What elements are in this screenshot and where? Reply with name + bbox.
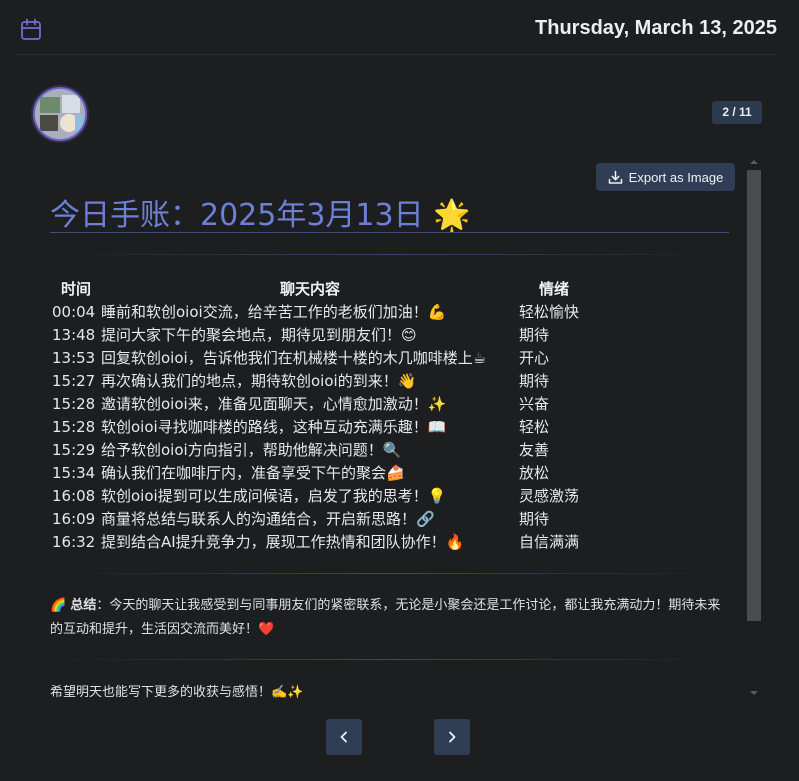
cell-message: 软创oioi提到可以生成问候语，启发了我的思考！💡: [101, 487, 447, 505]
column-header-time: 时间: [60, 279, 91, 298]
avatar-image: [35, 89, 85, 139]
column-header-message: 聊天内容: [279, 279, 340, 298]
cell-mood: 轻松: [519, 418, 550, 436]
scroll-up-arrow-icon[interactable]: [749, 158, 759, 166]
table-row: 13:48 提问大家下午的聚会地点，期待见到朋友们！😊 期待: [50, 323, 589, 346]
previous-page-button[interactable]: [326, 719, 362, 755]
cell-message: 邀请软创oioi来，准备见面聊天，心情愈加激动！✨: [101, 395, 447, 413]
table-row: 16:32 提到结合AI提升竞争力，展现工作热情和团队协作！🔥 自信满满: [50, 530, 589, 553]
table-row: 15:34 确认我们在咖啡厅内，准备享受下午的聚会🍰 放松: [50, 461, 589, 484]
scroll-down-arrow-icon[interactable]: [749, 689, 759, 697]
cell-mood: 灵感激荡: [519, 487, 580, 505]
cell-message: 睡前和软创oioi交流，给辛苦工作的老板们加油！💪: [101, 303, 447, 321]
summary-text: ：今天的聊天让我感受到与同事朋友们的紧密联系，无论是小聚会还是工作讨论，都让我充…: [50, 598, 721, 637]
table-row: 15:27 再次确认我们的地点，期待软创oioi的到来！👋 期待: [50, 369, 589, 392]
table-row: 15:28 邀请软创oioi来，准备见面聊天，心情愈加激动！✨ 兴奋: [50, 392, 589, 415]
chat-log-table: 时间 聊天内容 情绪 00:04 睡前和软创oioi交流，给辛苦工作的老板们加油！…: [50, 276, 589, 553]
cell-message: 回复软创oioi，告诉他我们在机械楼十楼的木几咖啡楼上☕: [101, 349, 487, 367]
table-row: 15:28 软创oioi寻找咖啡楼的路线，这种互动充满乐趣！📖 轻松: [50, 415, 589, 438]
scrollbar-thumb[interactable]: [747, 170, 761, 621]
divider: [50, 573, 729, 574]
cell-time: 16:32: [52, 532, 96, 551]
table-row: 16:08 软创oioi提到可以生成问候语，启发了我的思考！💡 灵感激荡: [50, 484, 589, 507]
cell-message: 提问大家下午的聚会地点，期待见到朋友们！😊: [101, 326, 417, 344]
chevron-left-icon: [340, 731, 347, 743]
page-indicator: 2 / 11: [712, 101, 762, 124]
cell-message: 商量将总结与联系人的沟通结合，开启新思路！🔗: [101, 510, 435, 528]
cell-time: 13:53: [52, 348, 96, 367]
cell-message: 给予软创oioi方向指引，帮助他解决问题！🔍: [101, 441, 402, 459]
cell-time: 15:29: [52, 440, 96, 459]
cell-time: 00:04: [52, 302, 96, 321]
closing-note: 希望明天也能写下更多的收获与感悟！✍️✨: [50, 685, 304, 700]
summary-paragraph: 🌈 总结：今天的聊天让我感受到与同事朋友们的紧密联系，无论是小聚会还是工作讨论，…: [50, 594, 730, 642]
cell-time: 15:27: [52, 371, 96, 390]
rainbow-icon: 🌈: [50, 598, 67, 613]
download-icon: [608, 170, 622, 184]
cell-time: 16:08: [52, 486, 96, 505]
cell-mood: 放松: [519, 464, 550, 482]
export-as-image-button[interactable]: Export as Image: [596, 163, 735, 191]
cell-message: 确认我们在咖啡厅内，准备享受下午的聚会🍰: [101, 464, 405, 482]
table-row: 16:09 商量将总结与联系人的沟通结合，开启新思路！🔗 期待: [50, 507, 589, 530]
next-page-button[interactable]: [434, 719, 470, 755]
cell-mood: 期待: [519, 326, 550, 344]
export-label: Export as Image: [628, 169, 724, 185]
page-title: 今日手账：2025年3月13日 🌟: [50, 198, 471, 233]
divider: [50, 659, 729, 660]
cell-message: 提到结合AI提升竞争力，展现工作热情和团队协作！🔥: [101, 533, 465, 551]
cell-time: 15:28: [52, 417, 96, 436]
cell-time: 16:09: [52, 509, 96, 528]
current-date: Thursday, March 13, 2025: [535, 17, 777, 39]
cell-time: 13:48: [52, 325, 96, 344]
column-header-mood: 情绪: [538, 279, 569, 298]
cell-mood: 开心: [519, 349, 550, 367]
table-header-row: 时间 聊天内容 情绪: [50, 276, 589, 300]
table-row: 15:29 给予软创oioi方向指引，帮助他解决问题！🔍 友善: [50, 438, 589, 461]
journal-viewer: Thursday, March 13, 2025 2 / 11 Export a…: [0, 0, 799, 781]
header-bar: Thursday, March 13, 2025: [16, 0, 777, 55]
calendar-icon[interactable]: [20, 18, 42, 42]
cell-mood: 期待: [519, 510, 550, 528]
cell-message: 软创oioi寻找咖啡楼的路线，这种互动充满乐趣！📖: [101, 418, 447, 436]
cell-message: 再次确认我们的地点，期待软创oioi的到来！👋: [101, 372, 417, 390]
divider: [50, 254, 729, 255]
table-row: 00:04 睡前和软创oioi交流，给辛苦工作的老板们加油！💪 轻松愉快: [50, 300, 589, 323]
chevron-right-icon: [449, 731, 456, 743]
summary-label: 总结: [70, 598, 97, 613]
cell-mood: 兴奋: [519, 395, 550, 413]
cell-mood: 期待: [519, 372, 550, 390]
divider: [50, 232, 729, 233]
cell-mood: 自信满满: [519, 533, 580, 551]
cell-mood: 轻松愉快: [519, 303, 580, 321]
cell-time: 15:34: [52, 463, 96, 482]
cell-mood: 友善: [519, 441, 550, 459]
table-row: 13:53 回复软创oioi，告诉他我们在机械楼十楼的木几咖啡楼上☕ 开心: [50, 346, 589, 369]
avatar[interactable]: [33, 87, 87, 141]
cell-time: 15:28: [52, 394, 96, 413]
